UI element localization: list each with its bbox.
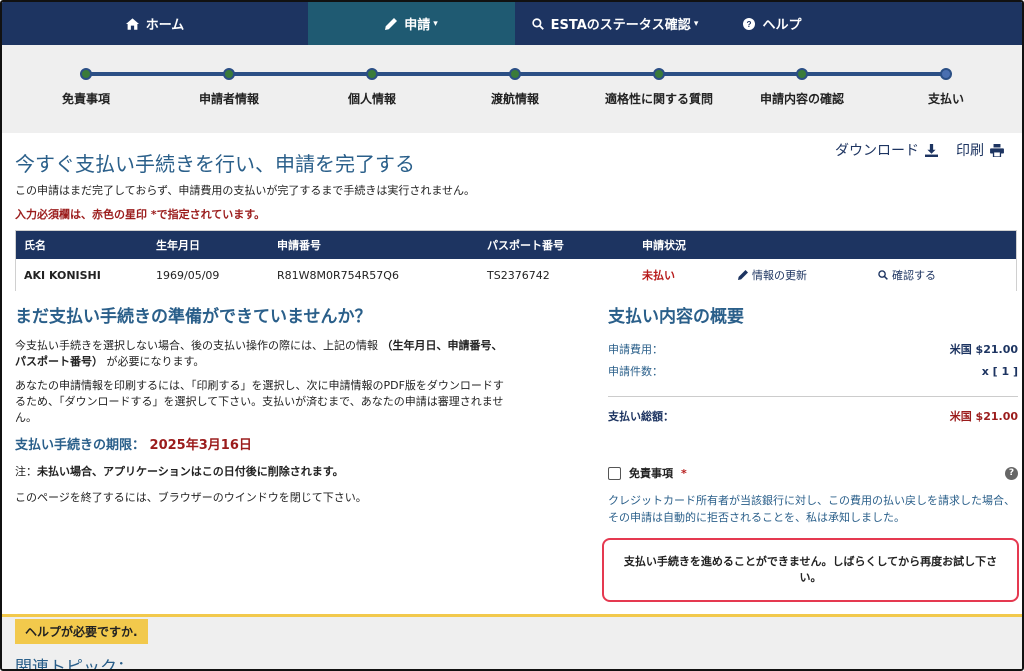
step-label: 適格性に関する質問 xyxy=(604,92,713,106)
cell-passport: TS2376742 xyxy=(487,268,550,282)
related-topics-title: 関連トピック： xyxy=(15,658,134,671)
print-instructions: あなたの申請情報を印刷するには、「印刷する」を選択し、次に申請情報のPDF版をダ… xyxy=(15,379,504,424)
step-label: 支払い xyxy=(927,92,964,106)
step-dot xyxy=(509,68,521,80)
download-icon xyxy=(925,143,938,157)
home-icon xyxy=(125,17,139,30)
disclaimer-label: 免責事項 xyxy=(629,467,673,480)
fee-label: 申請費用： xyxy=(608,343,663,356)
col-passport: パスポート番号 xyxy=(487,239,564,252)
update-info-label: 情報の更新 xyxy=(752,269,807,282)
pencil-icon xyxy=(385,17,398,30)
col-app-number: 申請番号 xyxy=(277,239,321,252)
progress-tracker: 免責事項 申請者情報 個人情報 渡航情報 適格性に関する質問 申請内容の確認 支… xyxy=(2,45,1022,133)
disclaimer-checkbox-group: 免責事項 * xyxy=(608,465,687,481)
payment-deadline: 支払い手続きの期限： 2025年3月16日 xyxy=(15,434,505,453)
toolbar: ダウンロード 印刷 xyxy=(835,140,1004,160)
deletion-note: 注：未払い場合、アプリケーションはこの日付後に削除されます。 xyxy=(15,463,505,479)
application-table: 氏名 生年月日 申請番号 パスポート番号 申請状況 AKI KONISHI 19… xyxy=(15,230,1017,291)
step-dot xyxy=(796,68,808,80)
step-dot-current xyxy=(940,68,952,80)
note-prefix: 注： xyxy=(15,465,37,478)
count-label: 申請件数： xyxy=(608,365,663,378)
nav-home-label: ホーム xyxy=(145,18,185,33)
svg-text:?: ? xyxy=(747,20,752,29)
page-frame: ホーム 申請 ▾ ESTAのステータス確認 ▾ ? ヘルプ 免責事項 申請者情報 xyxy=(0,0,1024,671)
count-row: 申請件数： x [ 1 ] xyxy=(608,360,1018,382)
step-dot xyxy=(653,68,665,80)
cell-name: AKI KONISHI xyxy=(24,268,101,282)
nav-home[interactable]: ホーム xyxy=(2,2,308,45)
payment-summary: 支払い内容の概要 申請費用： 米国 $21.00 申請件数： x [ 1 ] 支… xyxy=(602,302,1019,602)
close-window-text: このページを終了するには、ブラウザーのウインドウを閉じて下さい。 xyxy=(15,491,367,504)
disclaimer-checkbox[interactable] xyxy=(608,466,621,480)
step-label: 個人情報 xyxy=(347,92,396,106)
page-title: 今すぐ支払い手続きを行い、申請を完了する xyxy=(15,152,415,176)
nav-esta-status[interactable]: ESTAのステータス確認 ▾ xyxy=(515,2,715,45)
col-status: 申請状況 xyxy=(642,239,686,252)
chevron-down-icon: ▾ xyxy=(693,18,699,29)
step-label: 渡航情報 xyxy=(490,92,539,106)
chevron-down-icon: ▾ xyxy=(433,18,438,29)
disclaimer-text: クレジットカード所有者が当該銀行に対し、この費用の払い戻しを請求した場合、その申… xyxy=(608,494,1015,524)
nav-apply[interactable]: 申請 ▾ xyxy=(308,2,515,45)
divider xyxy=(608,396,1018,397)
summary-title: 支払い内容の概要 xyxy=(608,307,744,327)
not-ready-section: まだ支払い手続きの準備ができていませんか？ 今支払い手続きを選択しない場合、後の… xyxy=(15,302,505,515)
total-row: 支払い総額： 米国 $21.00 xyxy=(608,405,1018,427)
not-ready-title: まだ支払い手続きの準備ができていませんか？ xyxy=(15,307,372,327)
payment-error-message: 支払い手続きを進めることができません。しばらくしてから再度お試し下さい。 xyxy=(602,538,1019,602)
download-label: ダウンロード xyxy=(835,143,919,159)
top-nav: ホーム 申請 ▾ ESTAのステータス確認 ▾ ? ヘルプ xyxy=(2,2,1022,45)
cell-app-number: R81W8M0R754R57Q6 xyxy=(277,268,399,282)
total-value: 米国 $21.00 xyxy=(949,410,1018,423)
col-name: 氏名 xyxy=(24,239,46,252)
print-label: 印刷 xyxy=(956,143,984,159)
step-dot xyxy=(223,68,235,80)
nav-help[interactable]: ? ヘルプ xyxy=(715,2,830,45)
required-star: * xyxy=(681,466,687,480)
step-dot xyxy=(80,68,92,80)
para1-a: 今支払い手続きを選択しない場合、後の支払い操作の際には、上記の情報 xyxy=(15,339,382,352)
update-info-link[interactable]: 情報の更新 xyxy=(738,259,807,291)
nav-help-label: ヘルプ xyxy=(762,18,802,33)
deadline-label: 支払い手続きの期限： xyxy=(15,438,146,453)
step-label: 免責事項 xyxy=(61,92,110,106)
col-dob: 生年月日 xyxy=(156,239,200,252)
step-label: 申請者情報 xyxy=(198,92,259,106)
fee-value: 米国 $21.00 xyxy=(949,343,1018,356)
printer-icon xyxy=(990,143,1004,157)
deadline-date: 2025年3月16日 xyxy=(149,438,252,453)
nav-status-label: ESTAのステータス確認 xyxy=(550,18,691,33)
step-label: 申請内容の確認 xyxy=(759,92,844,106)
required-fields-note: 入力必須欄は、赤色の星印 *で指定されています。 xyxy=(15,208,266,221)
disclaimer-row: 免責事項 * ? xyxy=(608,465,1018,481)
note-text: 未払い場合、アプリケーションはこの日付後に削除されます。 xyxy=(37,465,344,478)
para1-c: が必要になります。 xyxy=(103,355,205,368)
help-needed-tab[interactable]: ヘルプが必要ですか. xyxy=(15,619,148,644)
print-button[interactable]: 印刷 xyxy=(956,140,1004,160)
download-button[interactable]: ダウンロード xyxy=(835,140,938,160)
info-required-text: 今支払い手続きを選択しない場合、後の支払い操作の際には、上記の情報 （生年月日、… xyxy=(15,338,505,370)
table-row: AKI KONISHI 1969/05/09 R81W8M0R754R57Q6 … xyxy=(16,259,1016,291)
step-dot xyxy=(366,68,378,80)
count-value: x [ 1 ] xyxy=(981,364,1018,378)
check-status-link[interactable]: 確認する xyxy=(878,259,936,291)
check-status-label: 確認する xyxy=(892,269,936,282)
help-icon[interactable]: ? xyxy=(1005,466,1018,480)
search-icon xyxy=(878,270,888,280)
cell-dob: 1969/05/09 xyxy=(156,268,220,282)
fee-row: 申請費用： 米国 $21.00 xyxy=(608,338,1018,360)
question-circle-icon: ? xyxy=(743,17,756,30)
incomplete-notice: この申請はまだ完了しておらず、申請費用の支払いが完了するまで手続きは実行されませ… xyxy=(15,184,476,197)
pencil-icon xyxy=(738,270,748,280)
nav-apply-label: 申請 xyxy=(404,18,431,33)
table-header: 氏名 生年月日 申請番号 パスポート番号 申請状況 xyxy=(16,231,1016,259)
status-badge: 未払い xyxy=(642,269,675,282)
search-icon xyxy=(531,17,544,30)
footer: ヘルプが必要ですか. 関連トピック： xyxy=(2,614,1022,671)
total-label: 支払い総額： xyxy=(608,410,674,423)
